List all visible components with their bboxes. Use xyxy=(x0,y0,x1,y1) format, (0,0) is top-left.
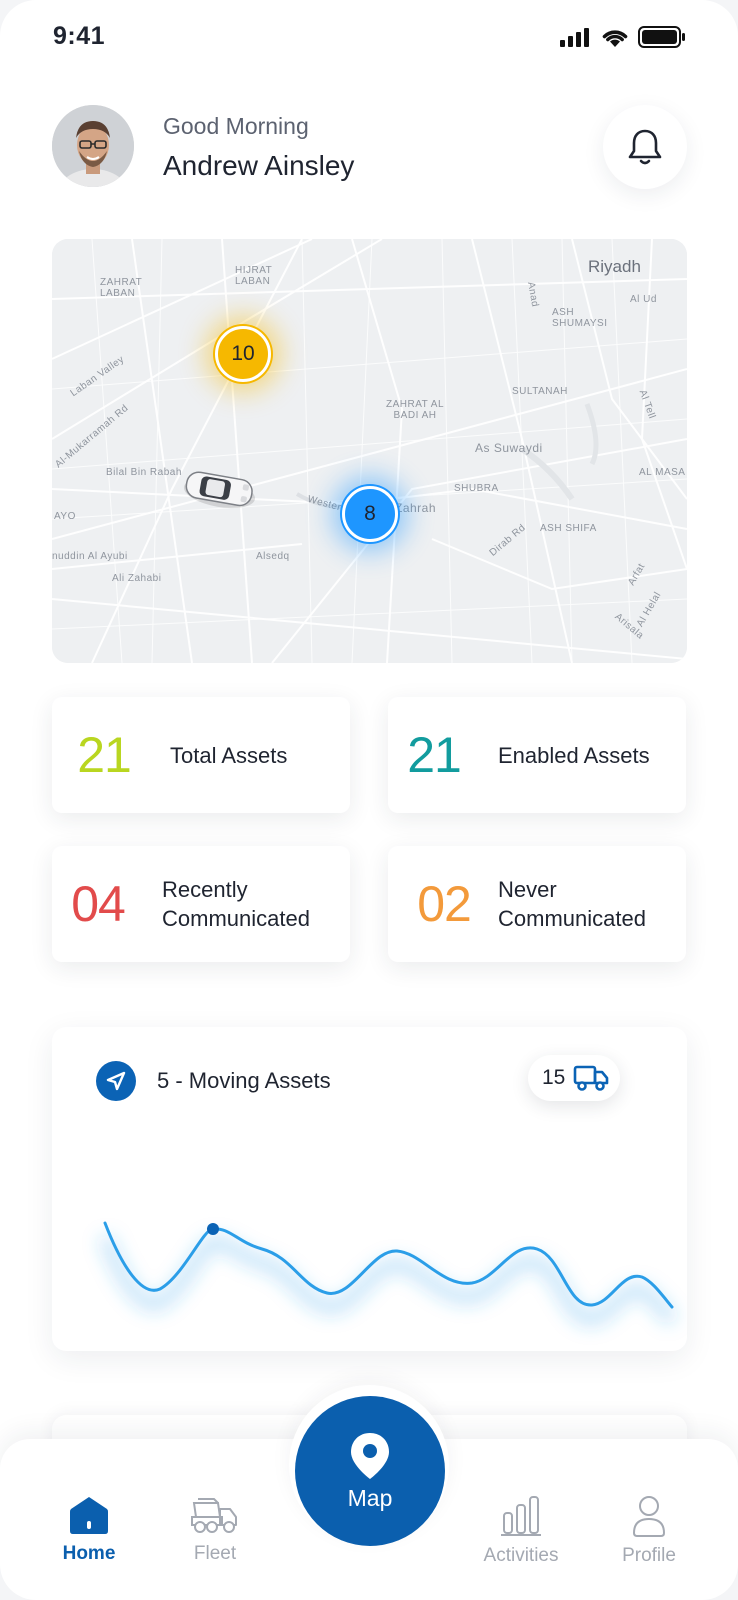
stat-card-enabled-assets[interactable]: 21 Enabled Assets xyxy=(388,697,686,813)
stat-card-total-assets[interactable]: 21 Total Assets xyxy=(52,697,350,813)
home-screen: 9:41 Good Morning Andrew Ainsley Riyadh … xyxy=(0,0,738,1600)
stat-value: 21 xyxy=(77,727,132,783)
chart-point xyxy=(207,1223,219,1235)
nav-home[interactable]: Home xyxy=(34,1495,144,1565)
map-label: Alsedq xyxy=(256,551,290,562)
wifi-icon xyxy=(602,29,628,47)
stat-card-never-communicated[interactable]: 02 Never Communicated xyxy=(388,846,686,962)
avatar[interactable] xyxy=(52,105,134,187)
map-label: nuddin Al Ayubi xyxy=(52,551,128,562)
stat-card-recently-communicated[interactable]: 04 Recently Communicated xyxy=(52,846,350,962)
map-label: Riyadh xyxy=(588,257,641,276)
map-label: ASH SHIFA xyxy=(540,523,597,534)
profile-icon xyxy=(632,1496,666,1537)
map-button-label: Map xyxy=(347,1484,393,1511)
map-label: HIJRAT LABAN xyxy=(235,265,273,287)
nav-label: Fleet xyxy=(193,1543,237,1564)
stat-label: Never Communicated xyxy=(498,877,646,931)
home-icon xyxy=(70,1497,108,1534)
greeting-text: Good Morning xyxy=(163,113,309,139)
nav-fleet[interactable]: Fleet xyxy=(160,1495,270,1565)
map-label: ZAHRAT AL BADI AH xyxy=(385,399,445,421)
bell-icon xyxy=(628,129,662,165)
map-label: Bilal Bin Rabah xyxy=(106,467,182,478)
status-icons xyxy=(560,26,686,48)
map-label: AYO xyxy=(54,511,76,522)
map-button[interactable]: Map xyxy=(295,1396,445,1546)
map-label: Ali Zahabi xyxy=(112,573,162,584)
map-label: Zahrah xyxy=(395,501,437,515)
map-label: SULTANAH xyxy=(512,386,568,397)
stat-label: Recently Communicated xyxy=(162,877,310,931)
map-label: SHUBRA xyxy=(454,483,499,494)
cluster-count: 8 xyxy=(364,502,376,525)
stat-value: 04 xyxy=(71,876,126,932)
cluster-count: 10 xyxy=(231,342,255,365)
location-pin-icon xyxy=(351,1432,389,1479)
map-label: ASH SHUMAYSI xyxy=(552,307,608,329)
fleet-truck-icon xyxy=(191,1498,237,1533)
battery-icon xyxy=(638,26,685,48)
map-cluster-blue[interactable]: 8 xyxy=(342,486,398,542)
nav-activities[interactable]: Activities xyxy=(466,1495,576,1567)
nav-label: Profile xyxy=(622,1545,676,1566)
stat-label: Total Assets xyxy=(170,742,288,768)
moving-assets-card[interactable]: 5 - Moving Assets 15 xyxy=(52,1027,687,1351)
stat-value: 02 xyxy=(417,876,472,932)
status-time: 9:41 xyxy=(53,22,106,50)
nav-label: Activities xyxy=(483,1545,559,1566)
map-label: As Suwaydi xyxy=(475,441,543,455)
nav-profile[interactable]: Profile xyxy=(594,1495,704,1567)
activities-chart-icon xyxy=(501,1496,541,1536)
avatar-image xyxy=(52,105,134,187)
notifications-button[interactable] xyxy=(603,105,687,189)
map-cluster-yellow[interactable]: 10 xyxy=(215,326,271,382)
map-label: Al Ud xyxy=(630,294,657,305)
user-name: Andrew Ainsley xyxy=(163,150,355,181)
map-label: ZAHRAT LABAN xyxy=(100,277,143,299)
nav-label: Home xyxy=(62,1543,116,1564)
signal-icon xyxy=(560,28,589,47)
map-label: AL MASA xyxy=(639,467,686,478)
stat-value: 21 xyxy=(407,727,462,783)
map-streets xyxy=(52,239,687,663)
moving-assets-chart xyxy=(98,1221,678,1326)
fleet-map[interactable]: Riyadh HIJRAT LABAN ZAHRAT LABAN Al Ud A… xyxy=(52,239,687,663)
stat-label: Enabled Assets xyxy=(498,742,650,768)
